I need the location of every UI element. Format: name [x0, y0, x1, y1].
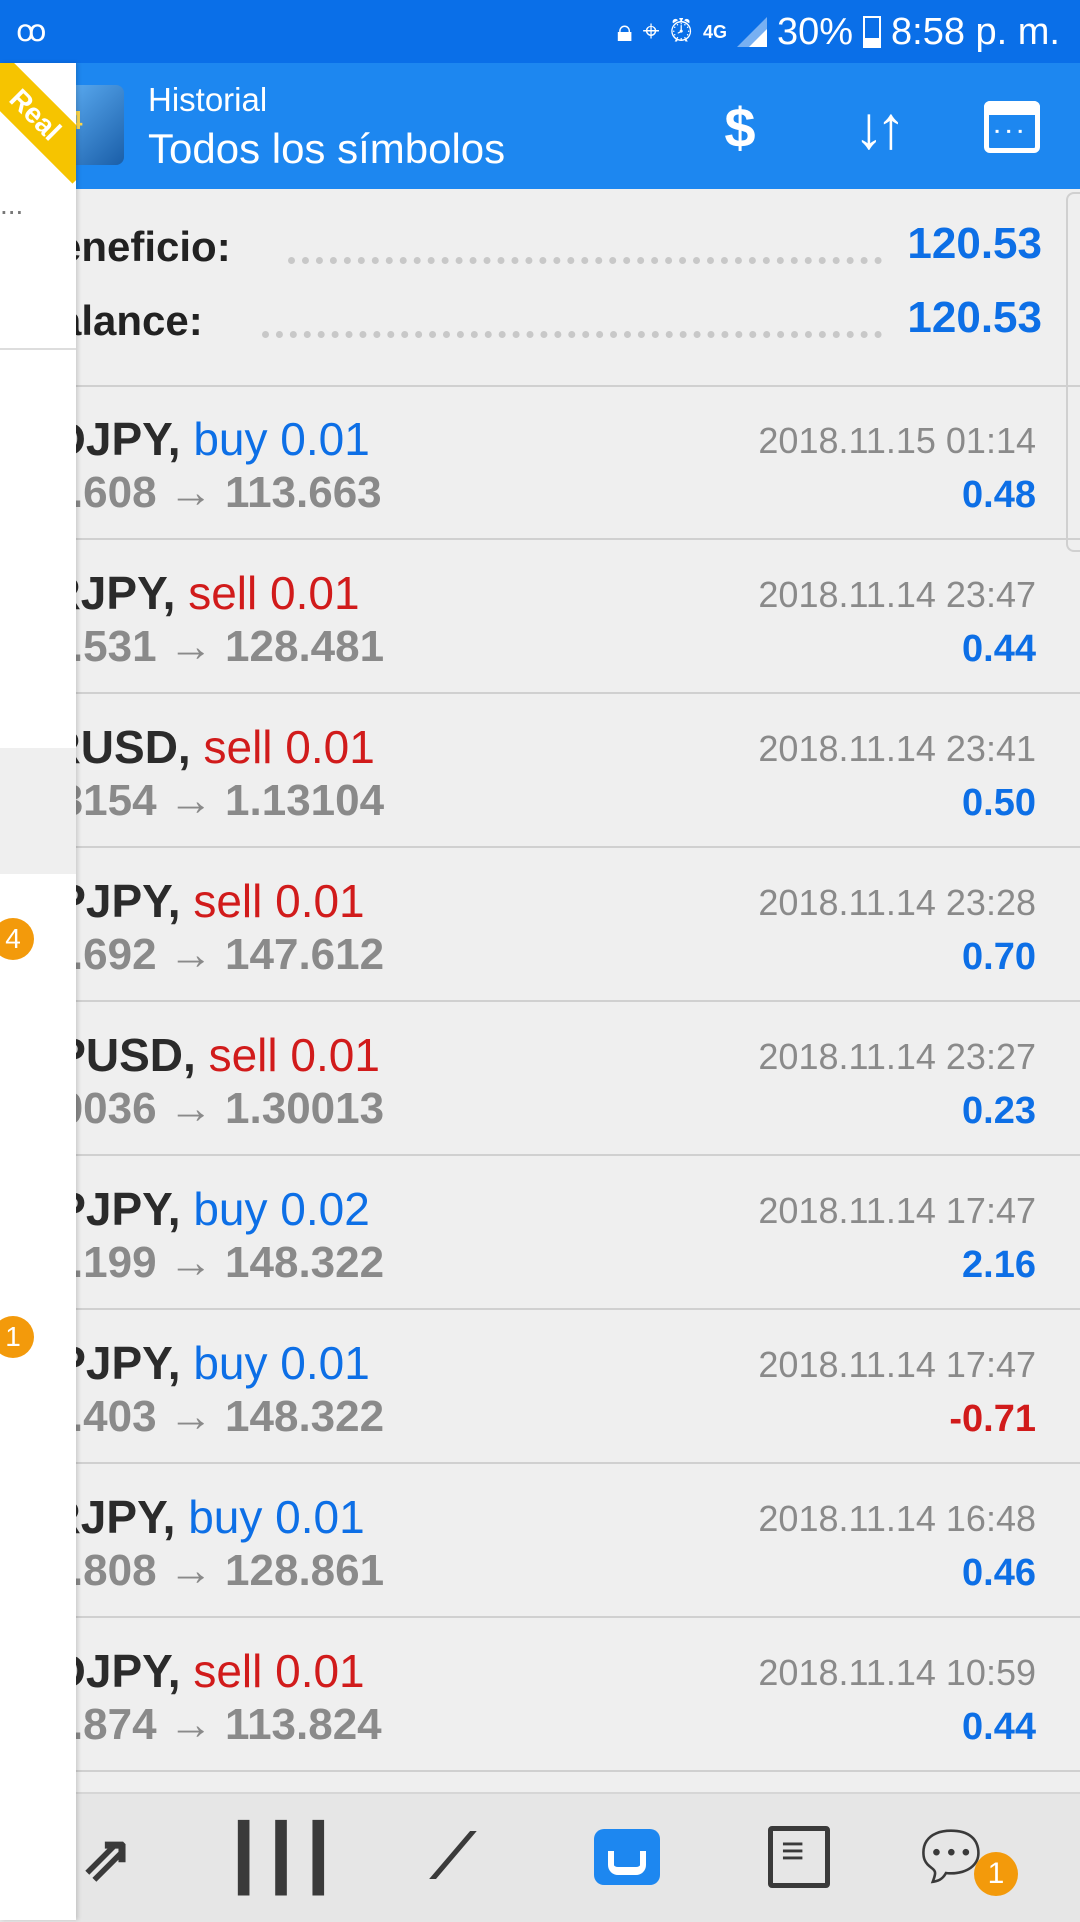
account-type-ribbon: Real: [0, 63, 76, 184]
signal-icon: [736, 17, 767, 47]
trade-prices: .30036 → 1.30013: [22, 1084, 385, 1133]
trade-profit: 0.48: [962, 474, 1036, 516]
dot-leader: [262, 323, 882, 338]
trade-profit: 0.50: [962, 782, 1036, 824]
balance-label: alance:: [58, 297, 203, 344]
trade-row[interactable]: SDJPY, sell 0.01 13.874 → 113.824 2018.11.…: [0, 1618, 1080, 1772]
trade-row[interactable]: JRUSD, sell 0.01.13154 → 1.13104 2018.11.…: [0, 694, 1080, 848]
trade-profit: 0.44: [962, 628, 1036, 670]
page-subtitle: Historial: [148, 81, 268, 118]
trade-profit: 0.23: [962, 1090, 1036, 1132]
balance-row: alance: 120.53: [0, 293, 1080, 353]
trade-prices: 28.531 → 128.481: [22, 622, 385, 671]
voicemail-icon: ꝏ: [16, 15, 47, 48]
drawer-item-selected[interactable]: [0, 748, 76, 874]
status-icons: 🔒︎ ⌖ ⏰︎ 4G 30% 8:58 p. m.: [617, 8, 1060, 56]
nav-news[interactable]: [754, 1812, 844, 1902]
trade-profit: 0.70: [962, 936, 1036, 978]
sort-arrows-icon: ↓↑: [854, 93, 906, 161]
newspaper-icon: [768, 1826, 830, 1888]
status-bar: ꝏ 🔒︎ ⌖ ⏰︎ 4G 30% 8:58 p. m.: [0, 0, 1080, 63]
calendar-icon: [984, 101, 1040, 153]
alarm-icon: ⏰︎: [669, 15, 693, 48]
trade-side: buy 0.01: [193, 413, 370, 465]
trade-prices: 28.808 → 128.861: [22, 1546, 385, 1595]
trade-prices: 48.199 → 148.322: [22, 1238, 385, 1287]
trade-row[interactable]: JRJPY, sell 0.01 28.531 → 128.481 2018.11.…: [0, 540, 1080, 694]
messages-badge: 1: [974, 1852, 1018, 1896]
trade-time: 2018.11.14 23:47: [758, 574, 1036, 615]
currency-exchange-icon: $: [724, 95, 756, 159]
app-bar: 4 Historial Todos los símbolos $ ↓↑: [0, 63, 1080, 189]
sort-button[interactable]: ↓↑: [836, 89, 916, 165]
trade-profit: 0.46: [962, 1552, 1036, 1594]
page-title[interactable]: Todos los símbolos: [148, 125, 505, 173]
trade-side: sell 0.01: [208, 1029, 380, 1081]
trade-side: buy 0.01: [188, 1491, 365, 1543]
trade-profit: 0.44: [962, 1706, 1036, 1748]
trade-time: 2018.11.14 10:59: [758, 1652, 1036, 1693]
trade-profit: -0.71: [949, 1398, 1036, 1440]
drawer-divider: [0, 348, 76, 350]
trade-side: sell 0.01: [193, 875, 365, 927]
drawer-account-text: ...: [0, 189, 24, 220]
inbox-icon: [594, 1829, 660, 1885]
drawer-badge: 4: [0, 918, 34, 960]
chart-line-icon: ⟋: [431, 1822, 475, 1891]
trade-row[interactable]: BPJPY, buy 0.02 48.199 → 148.322 2018.11.1…: [0, 1156, 1080, 1310]
side-drawer[interactable]: Real ... 4 1: [0, 63, 76, 1920]
balance-value: 120.53: [907, 293, 1042, 342]
trade-history-list: SDJPY, buy 0.01 13.608 → 113.663 2018.11.1…: [0, 386, 1080, 1772]
trade-time: 2018.11.14 17:47: [758, 1344, 1036, 1385]
trade-time: 2018.11.14 23:41: [758, 728, 1036, 769]
trade-row[interactable]: JRJPY, buy 0.01 28.808 → 128.861 2018.11.1…: [0, 1464, 1080, 1618]
trade-side: sell 0.01: [188, 567, 360, 619]
trade-time: 2018.11.14 17:47: [758, 1190, 1036, 1231]
lock-icon: 🔒︎: [616, 15, 633, 48]
bottom-navigation: ⇗ ┃┃┃ ⟋ 💬︎: [0, 1792, 1080, 1922]
date-range-button[interactable]: [972, 89, 1052, 165]
trade-side: sell 0.01: [193, 1645, 365, 1697]
trade-time: 2018.11.14 16:48: [758, 1498, 1036, 1539]
dot-leader: [288, 249, 882, 264]
drawer-badge: 1: [0, 1316, 34, 1358]
profit-label: eneficio:: [58, 223, 231, 270]
trade-row[interactable]: BPUSD, sell 0.01.30036 → 1.30013 2018.11.…: [0, 1002, 1080, 1156]
trade-row[interactable]: BPJPY, buy 0.01 48.403 → 148.322 2018.11.1…: [0, 1310, 1080, 1464]
nav-history[interactable]: [582, 1812, 672, 1902]
battery-percent: 30%: [776, 10, 854, 53]
location-icon: ⌖: [642, 15, 660, 48]
battery-icon: [863, 16, 882, 48]
trade-arrows-icon: ⇗: [81, 1823, 133, 1893]
trade-side: sell 0.01: [203, 721, 375, 773]
trade-time: 2018.11.14 23:28: [758, 882, 1036, 923]
profit-row: eneficio: 120.53: [0, 219, 1080, 279]
nav-charts[interactable]: ⟋: [408, 1812, 498, 1902]
profit-value: 120.53: [907, 219, 1042, 268]
trade-side: buy 0.02: [193, 1183, 370, 1235]
clock: 8:58 p. m.: [891, 10, 1060, 53]
trade-row[interactable]: BPJPY, sell 0.01 47.692 → 147.612 2018.11.…: [0, 848, 1080, 1002]
trade-profit: 2.16: [962, 1244, 1036, 1286]
trade-side: buy 0.01: [193, 1337, 370, 1389]
trade-prices: .13154 → 1.13104: [22, 776, 385, 825]
trade-time: 2018.11.15 01:14: [758, 420, 1036, 461]
candlestick-icon: ┃┃┃: [225, 1823, 337, 1893]
trade-prices: 47.692 → 147.612: [22, 930, 385, 979]
trade-row[interactable]: SDJPY, buy 0.01 13.608 → 113.663 2018.11.1…: [0, 386, 1080, 540]
history-summary: eneficio: 120.53 alance: 120.53: [0, 189, 1080, 387]
currency-filter-button[interactable]: $: [700, 89, 780, 165]
nav-quotes[interactable]: ┃┃┃: [225, 1812, 337, 1902]
trade-prices: 48.403 → 148.322: [22, 1392, 385, 1441]
network-type: 4G: [702, 22, 727, 42]
trade-time: 2018.11.14 23:27: [758, 1036, 1036, 1077]
